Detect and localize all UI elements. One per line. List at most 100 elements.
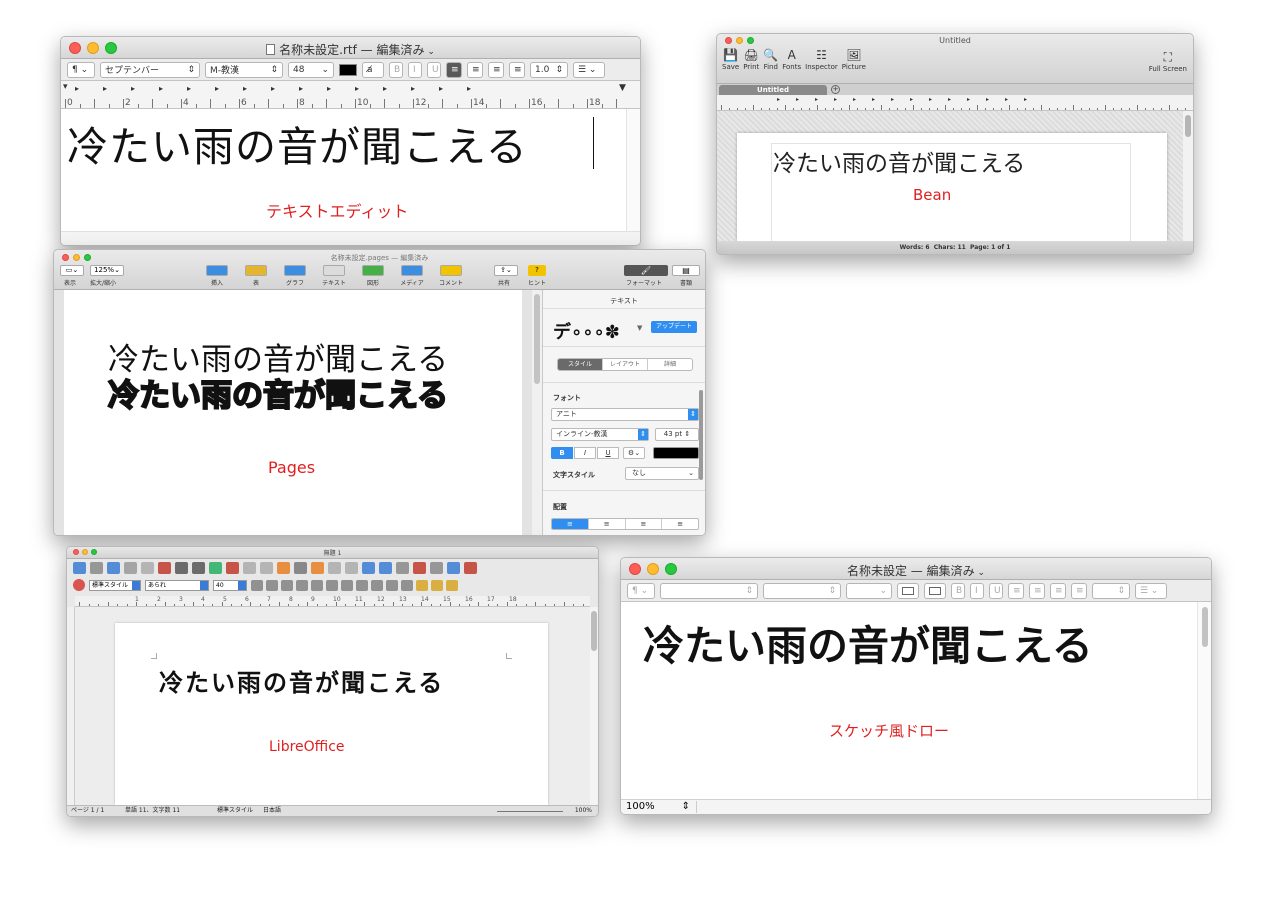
- spellcheck-icon[interactable]: [209, 562, 222, 574]
- tab-stop-icon[interactable]: ▸: [967, 96, 970, 103]
- italic-icon[interactable]: [266, 579, 278, 591]
- align-center-button[interactable]: ≡: [587, 519, 625, 529]
- font-face-popup[interactable]: M-教漢 ⇕: [205, 61, 283, 78]
- text-color-well[interactable]: [653, 447, 699, 459]
- chart-icon[interactable]: [396, 562, 409, 574]
- inspector-button[interactable]: ☷ Inspector: [805, 48, 838, 71]
- chevron-down-icon[interactable]: ⌄: [424, 47, 435, 57]
- image-icon[interactable]: [379, 562, 392, 574]
- tab-stop-icon[interactable]: ▸: [853, 96, 856, 103]
- clone-icon[interactable]: [294, 562, 307, 574]
- font-family-popup[interactable]: アニト ⇕: [551, 408, 699, 421]
- new-icon[interactable]: [73, 562, 86, 574]
- view-button[interactable]: ▭⌄: [60, 265, 84, 276]
- font-size-field[interactable]: 48 ⌄: [288, 61, 334, 78]
- document-body[interactable]: 冷たい雨の音が聞こえる テキストエディット: [61, 109, 626, 231]
- underline-icon[interactable]: [281, 579, 293, 591]
- font-size-box[interactable]: 40: [213, 579, 247, 591]
- templates-icon[interactable]: [90, 562, 103, 574]
- numbering-icon[interactable]: [371, 579, 383, 591]
- edit-icon[interactable]: [141, 562, 154, 574]
- save-icon[interactable]: [107, 562, 120, 574]
- indent-marker-icon[interactable]: ▾: [63, 82, 68, 92]
- list-style-popup[interactable]: ☰ ⌄: [1135, 582, 1167, 599]
- share-button[interactable]: ⇪⌄: [494, 265, 518, 276]
- zoom-popup[interactable]: 100% ⇕: [623, 801, 697, 813]
- tab-stop-icon[interactable]: ▸: [910, 96, 913, 103]
- cut-icon[interactable]: [243, 562, 256, 574]
- font-color-icon[interactable]: [416, 579, 428, 591]
- window-title[interactable]: 名称未設定 — 編集済み: [847, 564, 975, 578]
- bold-icon[interactable]: [251, 579, 263, 591]
- table-icon[interactable]: [362, 562, 375, 574]
- tab-untitled[interactable]: Untitled: [719, 85, 827, 95]
- vertical-scrollbar[interactable]: [626, 109, 640, 231]
- align-center-icon[interactable]: [311, 579, 323, 591]
- page[interactable]: 冷たい雨の音が聞こえる Bean: [737, 133, 1167, 241]
- bullets-icon[interactable]: [356, 579, 368, 591]
- paragraph-style-popup[interactable]: ¶ ⌄: [627, 582, 655, 599]
- picture-button[interactable]: 🖼 Picture: [842, 48, 866, 71]
- tab-stop-icon[interactable]: ▸: [75, 84, 79, 93]
- align-left-button[interactable]: ≡: [446, 61, 462, 78]
- tab-stop-icon[interactable]: ▸: [986, 96, 989, 103]
- scroll-thumb[interactable]: [1185, 115, 1191, 137]
- add-tab-icon[interactable]: +: [831, 85, 840, 94]
- tab-stop-icon[interactable]: ▸: [1005, 96, 1008, 103]
- font-name-box[interactable]: あられ: [145, 579, 209, 591]
- vertical-scrollbar[interactable]: [590, 607, 598, 805]
- background-color-well[interactable]: [924, 582, 946, 599]
- table-button[interactable]: 表: [241, 265, 271, 287]
- paragraph-style-preview[interactable]: デ∘∘∘✽: [553, 318, 620, 344]
- tab-stop-icon[interactable]: ▸: [948, 96, 951, 103]
- tab-more[interactable]: 詳細: [647, 359, 692, 370]
- copy-icon[interactable]: [260, 562, 273, 574]
- tab-stop-icon[interactable]: ▸: [929, 96, 932, 103]
- right-margin-icon[interactable]: ▼: [619, 83, 626, 93]
- full-screen-button[interactable]: ⛶ Full Screen: [1149, 50, 1187, 73]
- tab-stop-icon[interactable]: ▸: [383, 84, 387, 93]
- font-size-field[interactable]: ⌄: [846, 582, 892, 599]
- scroll-thumb[interactable]: [534, 294, 540, 384]
- fonts-button[interactable]: A Fonts: [782, 48, 801, 71]
- page[interactable]: 冷たい雨の音が聞こえる 冷たい雨の音が聞こえる Pages: [64, 290, 522, 535]
- tab-stop-icon[interactable]: ▸: [103, 84, 107, 93]
- line-spacing-popup[interactable]: ⇕: [1092, 582, 1130, 599]
- tab-style[interactable]: スタイル: [558, 359, 602, 370]
- align-justify-button[interactable]: ≡: [1071, 582, 1087, 599]
- align-left-button[interactable]: ≡: [552, 519, 588, 529]
- align-right-icon[interactable]: [326, 579, 338, 591]
- paragraph-style-chevron-icon[interactable]: ▼: [637, 324, 642, 332]
- print-icon[interactable]: [175, 562, 188, 574]
- tab-stop-icon[interactable]: ▸: [439, 84, 443, 93]
- vertical-scrollbar[interactable]: [1197, 602, 1211, 799]
- highlight-icon[interactable]: [431, 579, 443, 591]
- ruler[interactable]: 0 2 4 6 8 10 12 14 16 18 ▸ ▸ ▸ ▸ ▸ ▸ ▸ ▸ ▸ ▸ ▸ ▸ ▸ ▸ ▸ ▾ ▼: [61, 81, 640, 109]
- chart-button[interactable]: グラフ: [280, 265, 310, 287]
- preview-icon[interactable]: [192, 562, 205, 574]
- font-face-popup[interactable]: ⇕: [763, 582, 841, 599]
- line-spacing-popup[interactable]: 1.0 ⇕: [530, 61, 568, 78]
- tips-button[interactable]: ?: [528, 265, 546, 276]
- draw-icon[interactable]: [413, 562, 426, 574]
- autocheck-icon[interactable]: [226, 562, 239, 574]
- zoom-popup[interactable]: 125%⌄: [90, 265, 124, 276]
- redo-icon[interactable]: [328, 562, 341, 574]
- save-button[interactable]: 💾 Save: [722, 48, 739, 71]
- text-color-well[interactable]: [339, 63, 357, 76]
- help-icon[interactable]: [464, 562, 477, 574]
- bold-button[interactable]: B: [951, 582, 965, 599]
- zoom-slider[interactable]: [497, 811, 563, 812]
- shape-button[interactable]: 図形: [358, 265, 388, 287]
- outdent-icon[interactable]: [401, 579, 413, 591]
- tab-stop-icon[interactable]: ▸: [355, 84, 359, 93]
- email-icon[interactable]: [124, 562, 137, 574]
- align-justify-button[interactable]: ≡: [661, 519, 698, 529]
- insert-button[interactable]: 挿入: [202, 265, 232, 287]
- align-center-button[interactable]: ≡: [1029, 582, 1045, 599]
- paragraph-style-popup[interactable]: ¶ ⌄: [67, 61, 95, 78]
- styles-icon[interactable]: [73, 579, 85, 591]
- list-style-popup[interactable]: ☰ ⌄: [573, 61, 605, 78]
- scroll-thumb[interactable]: [591, 611, 597, 651]
- align-center-button[interactable]: ≡: [467, 61, 483, 78]
